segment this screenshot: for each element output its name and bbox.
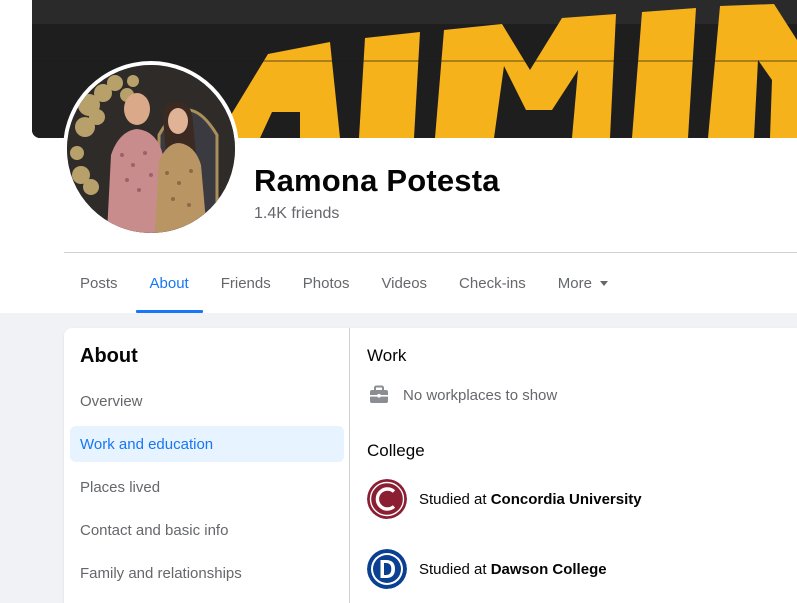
briefcase-icon	[370, 385, 388, 403]
sidebar-item-label: Work and education	[80, 435, 214, 453]
avatar-photo	[67, 65, 235, 233]
work-empty-row: No workplaces to show	[367, 383, 557, 407]
tab-more[interactable]: More	[542, 253, 624, 313]
work-section-title: Work	[367, 346, 407, 365]
about-content: Work No workplaces to show College Studi…	[351, 328, 797, 603]
sidebar-item-overview[interactable]: Overview	[70, 383, 344, 419]
sidebar-item-family-and-relationships[interactable]: Family and relationships	[70, 555, 344, 591]
profile-page: Ramona Potesta 1.4K friends Posts About …	[0, 0, 797, 603]
tab-label: More	[557, 274, 592, 292]
tab-videos[interactable]: Videos	[365, 253, 443, 313]
tab-about[interactable]: About	[134, 253, 205, 313]
tab-friends[interactable]: Friends	[205, 253, 287, 313]
studied-at-text: Studied at	[419, 490, 491, 508]
sidebar-item-label: Overview	[80, 392, 143, 410]
sidebar-item-label: Places lived	[80, 478, 161, 496]
tab-label: Posts	[80, 274, 118, 292]
tab-label: Check-ins	[459, 274, 526, 292]
tab-photos[interactable]: Photos	[287, 253, 366, 313]
sidebar-item-work-and-education[interactable]: Work and education	[70, 426, 344, 462]
college-entry-text: Studied at Dawson College	[419, 561, 607, 578]
profile-tabs: Posts About Friends Photos Videos Check-…	[64, 253, 624, 313]
tab-label: Friends	[220, 274, 271, 292]
tab-label: Videos	[381, 274, 428, 292]
avatar	[67, 65, 235, 233]
friends-count[interactable]: 1.4K friends	[254, 205, 339, 223]
tab-label: About	[149, 274, 189, 292]
sidebar-title: About	[80, 345, 138, 367]
tab-check-ins[interactable]: Check-ins	[443, 253, 542, 313]
work-empty-text: No workplaces to show	[403, 386, 558, 404]
about-sidebar: About Overview Work and education Places…	[64, 328, 350, 603]
profile-picture[interactable]	[63, 61, 239, 237]
concordia-logo-icon[interactable]	[367, 479, 407, 519]
college-entry: Studied at Dawson College	[367, 549, 607, 589]
caret-down-icon	[599, 281, 608, 286]
sidebar-item-label: Contact and basic info	[80, 521, 229, 539]
tab-posts[interactable]: Posts	[64, 253, 134, 313]
school-link[interactable]: Dawson College	[491, 561, 607, 578]
studied-at-text: Studied at	[419, 560, 491, 578]
college-entry: Studied at Concordia University	[367, 479, 642, 519]
dawson-logo-icon[interactable]	[367, 549, 407, 589]
college-entry-text: Studied at Concordia University	[419, 491, 642, 508]
sidebar-item-places-lived[interactable]: Places lived	[70, 469, 344, 505]
college-section-title: College	[367, 441, 425, 460]
sidebar-item-contact-and-basic-info[interactable]: Contact and basic info	[70, 512, 344, 548]
profile-name: Ramona Potesta	[254, 163, 500, 198]
tab-label: Photos	[302, 274, 350, 292]
school-link[interactable]: Concordia University	[491, 491, 642, 508]
sidebar-item-label: Family and relationships	[80, 564, 242, 582]
about-card: About Overview Work and education Places…	[64, 328, 797, 603]
